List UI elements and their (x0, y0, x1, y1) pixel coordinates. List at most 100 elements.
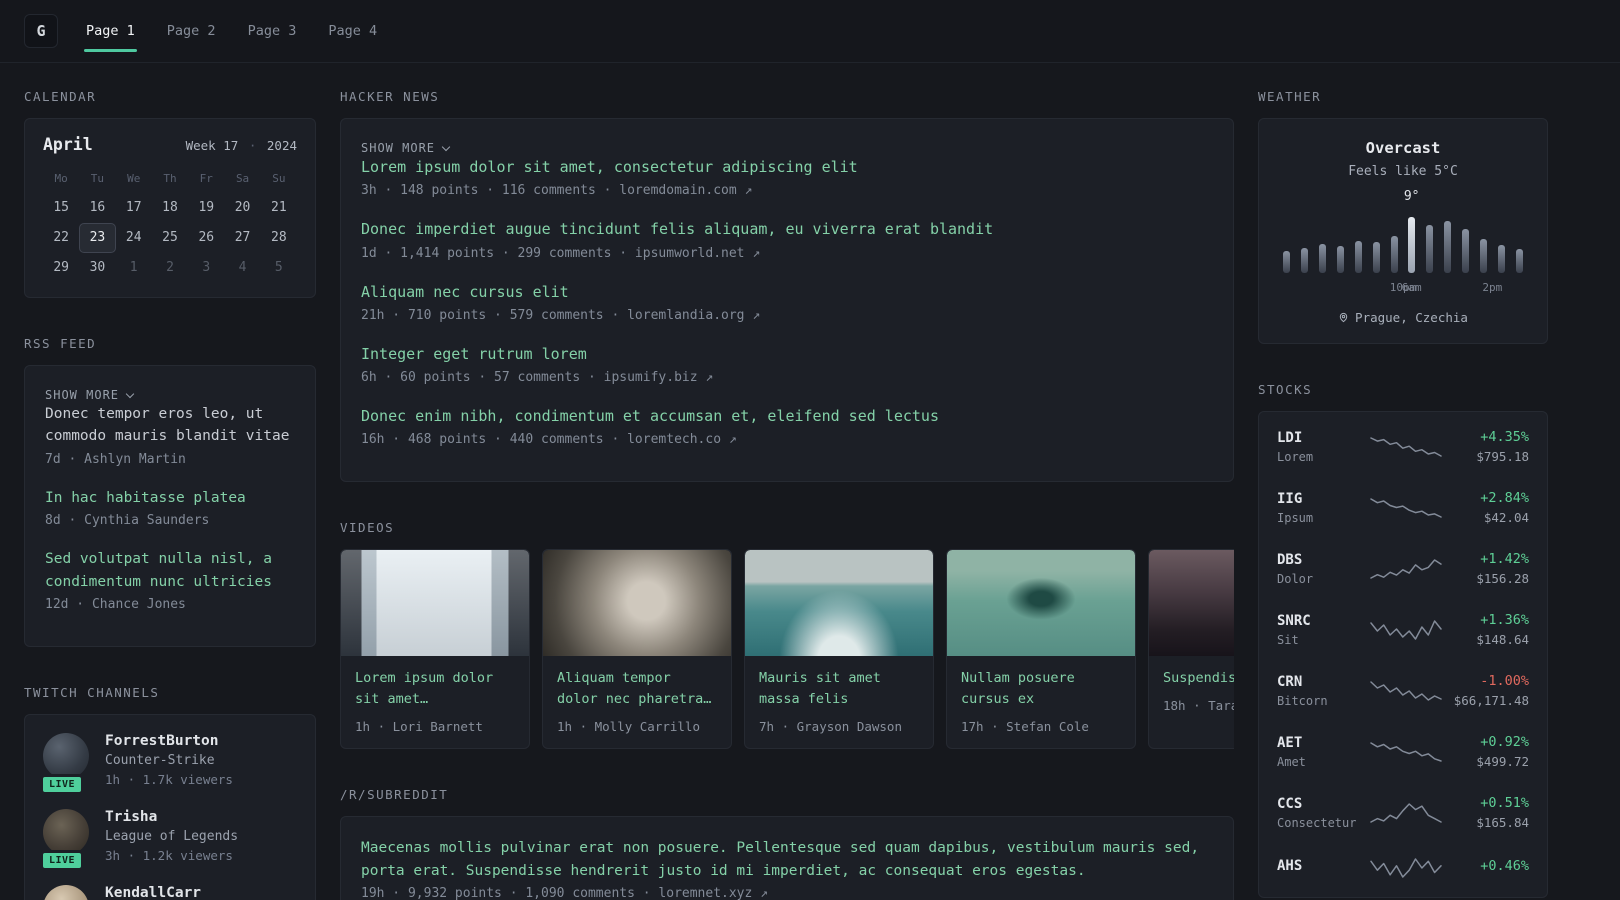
stock-row[interactable]: IIG Ipsum +2.84% $42.04 (1275, 477, 1531, 538)
stock-change: +1.42% (1480, 551, 1529, 567)
page-tab[interactable]: Page 1 (84, 0, 137, 62)
weather-widget: WEATHER Overcast Feels like 5°C 9° 6am 2p… (1258, 89, 1548, 344)
calendar-day[interactable]: 19 (188, 193, 224, 223)
video-thumbnail[interactable] (543, 550, 731, 657)
weather-location-label: Prague, Czechia (1355, 310, 1468, 325)
calendar-day[interactable]: 26 (188, 223, 224, 253)
twitch-widget: TWITCH CHANNELS LIVE ForrestBurton Count… (24, 685, 316, 900)
app-logo[interactable]: G (24, 14, 58, 48)
calendar-day[interactable]: 28 (261, 223, 297, 253)
weather-bar (1390, 236, 1398, 273)
channel-name[interactable]: Trisha (105, 809, 238, 825)
stock-row[interactable]: LDI Lorem +4.35% $795.18 (1275, 416, 1531, 477)
calendar-day[interactable]: 22 (43, 223, 79, 253)
video-meta: 17h · Stefan Cole (961, 719, 1089, 735)
stock-row[interactable]: AET Amet +0.92% $499.72 (1275, 721, 1531, 782)
twitch-channel-row[interactable]: LIVE ForrestBurton Counter-Strike 1h · 1… (40, 733, 297, 796)
hacker-news-item-title[interactable]: Donec imperdiet augue tincidunt felis al… (361, 218, 1213, 241)
stock-row[interactable]: DBS Dolor +1.42% $156.28 (1275, 538, 1531, 599)
rss-item-title[interactable]: Donec tempor eros leo, ut commodo mauris… (45, 403, 295, 448)
weather-bar (1283, 250, 1290, 273)
weather-axis-label: 10pm (1389, 281, 1417, 294)
rss-item-meta: 8d · Cynthia Saunders (45, 513, 210, 529)
calendar-day[interactable]: 21 (261, 193, 297, 223)
calendar-day[interactable]: 2 (152, 253, 188, 283)
stock-change: +2.84% (1480, 490, 1529, 506)
chevron-down-icon (441, 142, 451, 151)
calendar-day[interactable]: 3 (188, 253, 224, 283)
calendar-day[interactable]: 18 (152, 193, 188, 223)
weather-hourly-chart: 9° (1279, 189, 1527, 273)
stock-row[interactable]: CCS Consectetur +0.51% $165.84 (1275, 782, 1531, 843)
hacker-news-item-title[interactable]: Donec enim nibh, condimentum et accumsan… (361, 405, 1213, 428)
show-more-label: SHOW MORE (45, 388, 120, 402)
calendar-day[interactable]: 17 (116, 193, 152, 223)
video-title[interactable]: Aliquam tempor dolor nec pharetra… (557, 668, 717, 710)
stock-change: +4.35% (1480, 429, 1529, 445)
weather-bar (1336, 246, 1344, 273)
rss-show-more-button[interactable]: SHOW MORE (45, 388, 135, 402)
video-card[interactable]: Suspendisse diam 18h · Tara (1148, 549, 1234, 750)
video-thumbnail[interactable] (341, 550, 529, 657)
stock-values: +1.36% $148.64 (1443, 612, 1529, 647)
page-tab[interactable]: Page 2 (165, 0, 218, 62)
calendar-day-header: Sa (235, 172, 250, 185)
calendar-day[interactable]: 23 (79, 223, 116, 253)
calendar-day[interactable]: 24 (116, 223, 152, 253)
video-card[interactable]: Nullam posuere cursus ex 17h · Stefan Co… (946, 549, 1136, 750)
calendar-day[interactable]: 27 (224, 223, 260, 253)
twitch-channel-row[interactable]: KendallCarr (43, 885, 297, 900)
calendar-day[interactable]: 30 (79, 253, 115, 283)
page-tab[interactable]: Page 3 (246, 0, 299, 62)
twitch-channel-row[interactable]: LIVE Trisha League of Legends 3h · 1.2k … (40, 809, 297, 872)
rss-item-title[interactable]: In hac habitasse platea (45, 487, 295, 509)
stock-price: $499.72 (1476, 754, 1529, 769)
video-thumbnail[interactable] (745, 550, 933, 657)
stock-row[interactable]: SNRC Sit +1.36% $148.64 (1275, 599, 1531, 660)
video-thumbnail[interactable] (1149, 550, 1234, 657)
rss-item-title[interactable]: Sed volutpat nulla nisl, a condimentum n… (45, 548, 295, 593)
stock-row[interactable]: AHS +0.46% (1275, 843, 1531, 893)
weather-bar (1498, 245, 1506, 273)
video-title[interactable]: Nullam posuere cursus ex (961, 668, 1121, 710)
calendar-day[interactable]: 5 (261, 253, 297, 283)
calendar-day[interactable]: 15 (43, 193, 79, 223)
calendar-day[interactable]: 25 (152, 223, 188, 253)
video-card[interactable]: Aliquam tempor dolor nec pharetra… 1h · … (542, 549, 732, 750)
stock-values: +4.35% $795.18 (1443, 429, 1529, 464)
section-title-hacker-news: HACKER NEWS (340, 89, 440, 104)
stock-name: Consectetur (1277, 815, 1357, 830)
video-title[interactable]: Suspendisse diam (1163, 668, 1234, 689)
calendar-day[interactable]: 20 (224, 193, 260, 223)
channel-avatar-image (43, 809, 89, 856)
hacker-news-item-title[interactable]: Integer eget rutrum lorem (361, 343, 1213, 366)
video-card[interactable]: Lorem ipsum dolor sit amet consectetu… 1… (340, 549, 530, 750)
hacker-news-item-title[interactable]: Aliquam nec cursus elit (361, 281, 1213, 304)
hacker-news-show-more-button[interactable]: SHOW MORE (361, 141, 451, 155)
calendar-day[interactable]: 4 (224, 253, 260, 283)
stock-row[interactable]: CRN Bitcorn -1.00% $66,171.48 (1275, 660, 1531, 721)
channel-info: ForrestBurton Counter-Strike 1h · 1.7k v… (105, 733, 233, 787)
hacker-news-item-title[interactable]: Lorem ipsum dolor sit amet, consectetur … (361, 156, 1213, 179)
calendar-day[interactable]: 16 (79, 193, 115, 223)
twitch-card: LIVE ForrestBurton Counter-Strike 1h · 1… (24, 714, 316, 900)
stock-sparkline (1369, 679, 1443, 703)
show-more-label: SHOW MORE (361, 141, 436, 155)
weather-card: Overcast Feels like 5°C 9° 6am 2pm 10pm Pr… (1258, 118, 1548, 344)
stock-ticker: LDI (1277, 429, 1303, 446)
stock-name: Sit (1277, 632, 1299, 647)
page-tab[interactable]: Page 4 (326, 0, 379, 62)
video-title[interactable]: Lorem ipsum dolor sit amet consectetu… (355, 668, 515, 710)
calendar-day[interactable]: 1 (116, 253, 152, 283)
subreddit-post-title[interactable]: Maecenas mollis pulvinar erat non posuer… (361, 837, 1213, 882)
calendar-day[interactable]: 29 (43, 253, 79, 283)
subreddit-post: Maecenas mollis pulvinar erat non posuer… (361, 837, 1213, 900)
video-meta: 18h · Tara (1163, 698, 1234, 714)
channel-name[interactable]: KendallCarr (105, 885, 201, 900)
weather-location[interactable]: Prague, Czechia (1279, 310, 1527, 325)
video-card[interactable]: Mauris sit amet massa felis 7h · Grayson… (744, 549, 934, 750)
video-title[interactable]: Mauris sit amet massa felis (759, 668, 919, 710)
weather-axis: 6am 2pm 10pm (1279, 281, 1527, 296)
channel-name[interactable]: ForrestBurton (105, 733, 233, 749)
video-thumbnail[interactable] (947, 550, 1135, 657)
